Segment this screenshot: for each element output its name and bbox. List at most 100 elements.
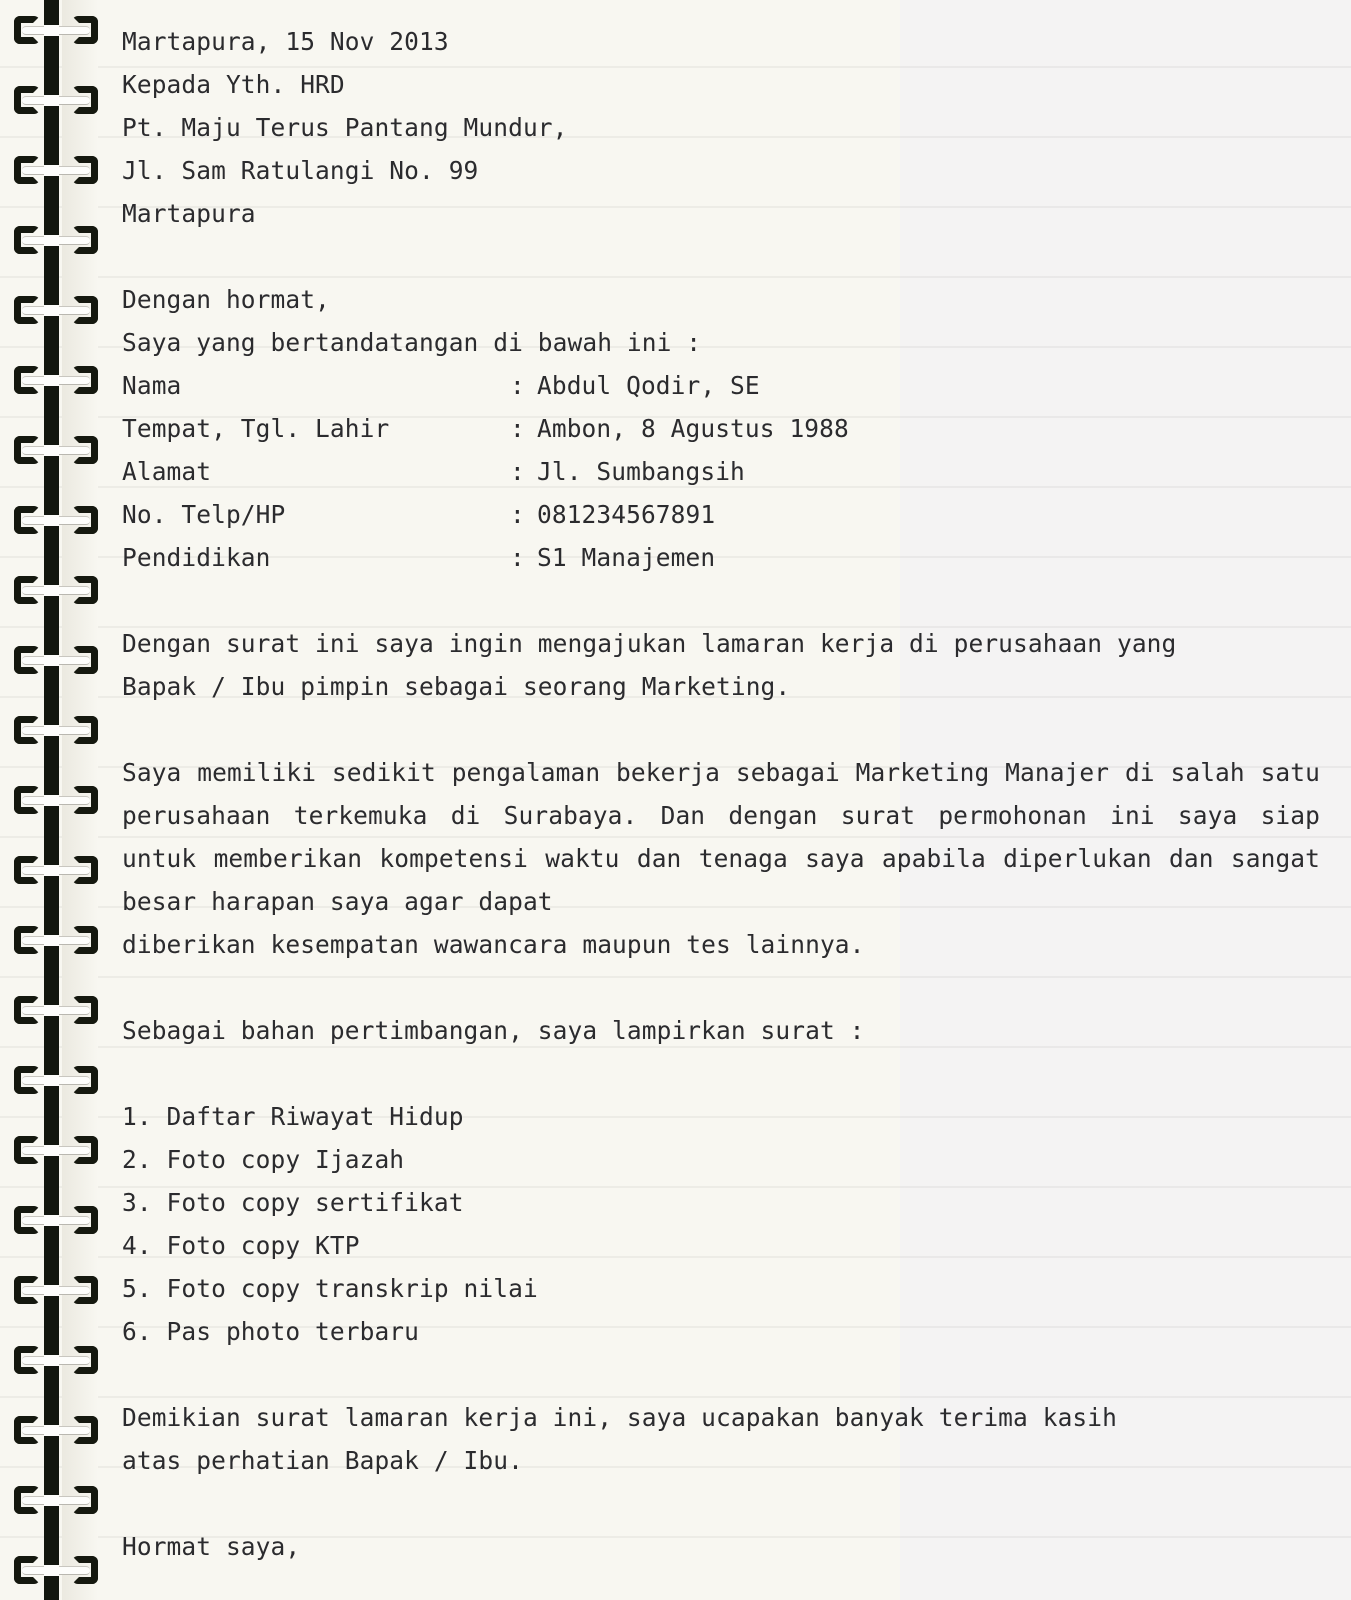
binding-ring [0, 153, 112, 187]
binding-hook-left [14, 86, 40, 114]
binding-hook-left [14, 1416, 40, 1444]
binding-ring [0, 643, 112, 677]
binding-hook-right [72, 1136, 98, 1164]
personal-data-label: Alamat [122, 457, 212, 486]
binding-hook-right [72, 856, 98, 884]
personal-data-label: No. Telp/HP [122, 500, 286, 529]
paragraph-application: Dengan surat ini saya ingin mengajukan l… [122, 622, 1320, 708]
paragraph-experience-text: Saya memiliki sedikit pengalaman bekerja… [122, 758, 1320, 916]
personal-data-row: Alamat: Jl. Sumbangsih [122, 450, 1320, 493]
binding-ring-gap [44, 1285, 59, 1296]
binding-ring [0, 923, 112, 957]
binding-ring-gap [44, 1565, 59, 1576]
attachment-item: 4. Foto copy KTP [122, 1231, 360, 1260]
binding-ring-gap [44, 795, 59, 806]
binding-ring-gap [44, 375, 59, 386]
attachments-list: 1. Daftar Riwayat Hidup 2. Foto copy Ijaz… [122, 1095, 1320, 1353]
binding-ring [0, 13, 112, 47]
binding-hook-right [72, 1206, 98, 1234]
attachment-item: 3. Foto copy sertifikat [122, 1188, 464, 1217]
personal-data-colon: : [510, 457, 525, 486]
personal-data-colon: : [510, 543, 525, 572]
binding-hook-right [72, 646, 98, 674]
binding-hook-left [14, 296, 40, 324]
binding-hook-left [14, 576, 40, 604]
binding-ring [0, 1413, 112, 1447]
binding-ring [0, 783, 112, 817]
salutation-block: Dengan hormat, Saya yang bertandatangan … [122, 278, 1320, 364]
binding-ring [0, 1483, 112, 1517]
attachments-intro: Sebagai bahan pertimbangan, saya lampirk… [122, 1016, 865, 1045]
binding-hook-left [14, 1206, 40, 1234]
binding-ring [0, 293, 112, 327]
binding-ring [0, 83, 112, 117]
recipient-line-2: Pt. Maju Terus Pantang Mundur, [122, 113, 568, 142]
personal-data-label: Nama [122, 371, 182, 400]
binding-hook-right [72, 1416, 98, 1444]
binding-hook-left [14, 226, 40, 254]
binding-hook-left [14, 1066, 40, 1094]
binding-hook-right [72, 576, 98, 604]
binding-hook-right [72, 366, 98, 394]
binding-ring-gap [44, 1425, 59, 1436]
binding-hook-right [72, 786, 98, 814]
binding-hook-left [14, 1486, 40, 1514]
binding-ring-gap [44, 1355, 59, 1366]
binding-ring-gap [44, 25, 59, 36]
personal-data-colon: : [510, 414, 525, 443]
binding-ring [0, 853, 112, 887]
binding-hook-left [14, 926, 40, 954]
notebook-page: Martapura, 15 Nov 2013 Kepada Yth. HRD P… [0, 0, 1351, 1600]
greeting: Dengan hormat, [122, 285, 330, 314]
binding-hook-right [72, 506, 98, 534]
paragraph-experience: Saya memiliki sedikit pengalaman bekerja… [122, 751, 1320, 966]
letter-content: Martapura, 15 Nov 2013 Kepada Yth. HRD P… [122, 20, 1320, 1600]
personal-data-value: Abdul Qodir, SE [537, 371, 760, 400]
binding-hook-left [14, 996, 40, 1024]
personal-data-row: No. Telp/HP:081234567891 [122, 493, 1320, 536]
binding-hook-left [14, 646, 40, 674]
intro-line: Saya yang bertandatangan di bawah ini : [122, 328, 702, 357]
binding-ring-gap [44, 1145, 59, 1156]
binding-ring-gap [44, 1215, 59, 1226]
attachment-item: 5. Foto copy transkrip nilai [122, 1274, 538, 1303]
binding-ring-gap [44, 1495, 59, 1506]
binding-hook-left [14, 1136, 40, 1164]
binding-ring-gap [44, 235, 59, 246]
binding-hook-left [14, 436, 40, 464]
personal-data-row: Nama: Abdul Qodir, SE [122, 364, 1320, 407]
binding-ring-gap [44, 655, 59, 666]
binding-hook-left [14, 506, 40, 534]
binding-hook-left [14, 856, 40, 884]
binding-hook-right [72, 1486, 98, 1514]
binding-ring [0, 713, 112, 747]
personal-data-value: S1 Manajemen [537, 543, 716, 572]
recipient-line-3: Jl. Sam Ratulangi No. 99 [122, 156, 479, 185]
binding-hook-right [72, 1276, 98, 1304]
paragraph-application-last: Bapak / Ibu pimpin sebagai seorang Marke… [122, 672, 791, 701]
binding-ring-gap [44, 445, 59, 456]
attachment-item: 6. Pas photo terbaru [122, 1317, 420, 1346]
personal-data-value: Jl. Sumbangsih [537, 457, 745, 486]
binding-hook-right [72, 226, 98, 254]
binding-hook-right [72, 1066, 98, 1094]
binding-ring [0, 1063, 112, 1097]
binding-hook-right [72, 156, 98, 184]
personal-data-label: Pendidikan [122, 543, 271, 572]
paragraph-experience-last: diberikan kesempatan wawancara maupun te… [122, 930, 865, 959]
paragraph-thanks: Demikian surat lamaran kerja ini, saya u… [122, 1396, 1320, 1482]
place-date: Martapura, 15 Nov 2013 [122, 27, 449, 56]
binding-hook-right [72, 1346, 98, 1374]
binding-ring [0, 503, 112, 537]
binding-hook-left [14, 786, 40, 814]
recipient-line-4: Martapura [122, 199, 256, 228]
attachment-item: 2. Foto copy Ijazah [122, 1145, 405, 1174]
binding-ring-gap [44, 305, 59, 316]
personal-data-row: Tempat, Tgl. Lahir: Ambon, 8 Agustus 1988 [122, 407, 1320, 450]
personal-data-value: Ambon, 8 Agustus 1988 [537, 414, 849, 443]
